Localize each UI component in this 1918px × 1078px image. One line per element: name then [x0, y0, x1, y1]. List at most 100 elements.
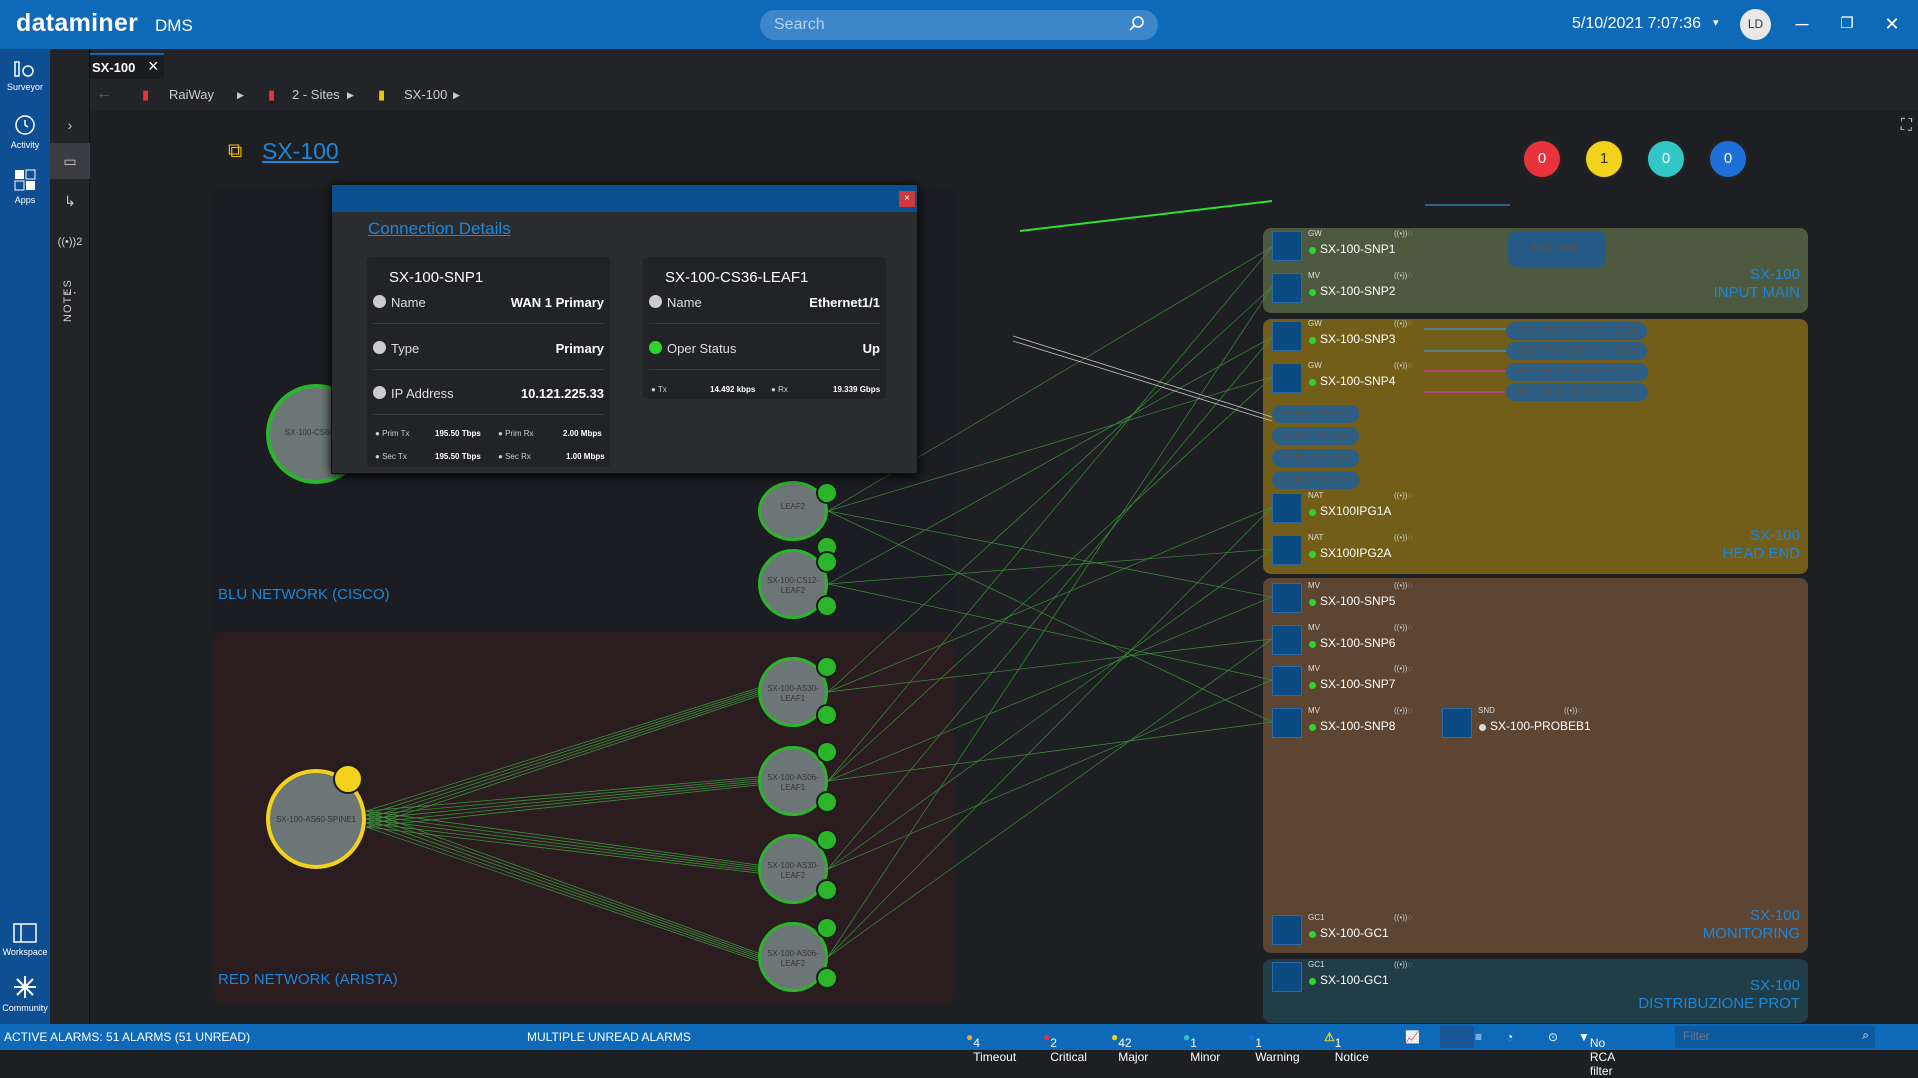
timeout-count[interactable]: ● 4 Timeout: [966, 1030, 1016, 1064]
filter-field[interactable]: ⌕: [1675, 1026, 1875, 1048]
warning-count[interactable]: ● 1 Warning: [1248, 1030, 1300, 1064]
service-ipg2-q2[interactable]: sx-ipg2-100-q2: [1272, 471, 1359, 489]
active-alarms-text[interactable]: ACTIVE ALARMS: 51 ALARMS (51 UNREAD): [4, 1030, 250, 1044]
chart-icon[interactable]: 📈: [1405, 1030, 1420, 1044]
rail-surveyor[interactable]: Surveyor: [0, 59, 50, 92]
switch-icon[interactable]: [816, 967, 838, 989]
switch-icon[interactable]: [816, 917, 838, 939]
element-probeb1[interactable]: SND ((•))◌ SX-100-PROBEB1: [1442, 706, 1592, 738]
close-icon[interactable]: ✕: [1877, 10, 1907, 38]
alarm-counter[interactable]: 1: [1583, 138, 1625, 180]
element-snp1[interactable]: GW ((•))◌ SX-100-SNP1: [1272, 229, 1422, 261]
avatar[interactable]: LD: [1740, 9, 1771, 40]
breadcrumb-sites[interactable]: 2 - Sites: [292, 87, 340, 102]
title-bar: dataminer DMS 5/10/2021 7:07:36 ▾ LD ─ ❐…: [0, 0, 1918, 49]
filter-input[interactable]: [1683, 1029, 1843, 1043]
monitor-icon: [1272, 666, 1302, 696]
monitor-icon: [1272, 708, 1302, 738]
connection-line: [365, 689, 759, 816]
dialog-header[interactable]: [332, 185, 917, 212]
minimize-icon[interactable]: ─: [1787, 10, 1817, 38]
connection-line: [827, 596, 1273, 782]
rail-workspace[interactable]: Workspace: [0, 922, 50, 957]
switch-icon[interactable]: [816, 656, 838, 678]
notice-count[interactable]: ⚠ 1 Notice: [1324, 1030, 1369, 1064]
search-icon[interactable]: ⌕: [1862, 1028, 1869, 1043]
rail-activity[interactable]: Activity: [0, 113, 50, 150]
notes-tab[interactable]: NOTES: [62, 279, 74, 322]
switch-icon[interactable]: [816, 791, 838, 813]
chevron-right-icon[interactable]: ▶: [237, 90, 244, 101]
breadcrumb-sx-100[interactable]: SX-100: [404, 87, 447, 102]
service-ipg2-q1[interactable]: sx-ipg2-100-q1: [1272, 449, 1359, 467]
list-view-icon[interactable]: [1440, 1026, 1474, 1048]
service-he1-prot[interactable]: HE1 PROT ENC-B1 + 2 Q1: [1506, 363, 1649, 381]
close-tab-icon[interactable]: ×: [148, 56, 159, 77]
switch-icon[interactable]: [816, 829, 838, 851]
sec-tx: ● Sec Tx: [375, 452, 407, 461]
service-he2-main[interactable]: HE2 MAIN ENC-M1 + 2 Q1: [1506, 342, 1648, 360]
element-gc1[interactable]: GC1 ((•))◌ SX-100-GC1: [1272, 913, 1422, 945]
connection-line: [365, 814, 759, 868]
switch-icon[interactable]: [816, 741, 838, 763]
restore-icon[interactable]: ❐: [1832, 10, 1862, 38]
chevron-right-icon[interactable]: ▶: [347, 90, 354, 101]
chevron-down-icon[interactable]: ▾: [1713, 16, 1719, 29]
element-ipg1a[interactable]: NAT ((•))◌ SX100IPG1A: [1272, 491, 1422, 523]
alarm-counter[interactable]: 0: [1521, 138, 1563, 180]
element-snp6[interactable]: MV ((•))◌ SX-100-SNP6: [1272, 623, 1422, 655]
service-he1-main[interactable]: HE1 MAIN ENC-M1 + 2 Q1: [1506, 322, 1648, 340]
switch-icon[interactable]: [816, 482, 838, 504]
element-snp7[interactable]: MV ((•))◌ SX-100-SNP7: [1272, 664, 1422, 696]
alarm-counter[interactable]: 0: [1707, 138, 1749, 180]
multiple-alarms-text[interactable]: MULTIPLE UNREAD ALARMS: [527, 1030, 691, 1044]
connection-details-dialog: × Connection Details SX-100-SNP1 Name WAN…: [331, 184, 918, 474]
dialog-title[interactable]: Connection Details: [368, 219, 511, 239]
switch-icon[interactable]: [333, 764, 363, 794]
back-arrow-icon[interactable]: ←: [96, 85, 112, 103]
service-ipg1-q1[interactable]: sx-ipg1-100-q1: [1272, 405, 1359, 423]
connection-line: [365, 782, 759, 824]
search-box[interactable]: [760, 10, 1158, 40]
focus-icon[interactable]: ⊙: [1548, 1030, 1558, 1044]
rail-community[interactable]: Community: [0, 974, 50, 1013]
element-snp8[interactable]: MV ((•))◌ SX-100-SNP8: [1272, 706, 1422, 738]
gateway-icon: [1272, 962, 1302, 992]
major-count[interactable]: ● 42 Major: [1111, 1030, 1148, 1064]
chevron-right-icon[interactable]: ▶: [453, 90, 460, 101]
critical-count[interactable]: ● 2 Critical: [1043, 1030, 1087, 1064]
service-ipg1-q2[interactable]: sx-ipg1-100-q2: [1272, 427, 1359, 445]
connection-line: [365, 818, 759, 870]
monitor-icon: [1272, 583, 1302, 613]
search-icon[interactable]: [1128, 15, 1146, 38]
page-title[interactable]: SX-100: [262, 138, 339, 165]
switch-icon[interactable]: [816, 879, 838, 901]
expand-icon[interactable]: ›: [50, 107, 90, 143]
minor-count[interactable]: ● 1 Minor: [1183, 1030, 1220, 1064]
service-naz-main[interactable]: NAZ MAIN: [1508, 231, 1606, 267]
rca-filter[interactable]: ▼ No RCA filter: [1578, 1030, 1615, 1078]
service-he2-prot[interactable]: HE2 PROT ENC-B1 + 2 Q1: [1506, 383, 1649, 401]
element-snp3[interactable]: GW ((•))◌ SX-100-SNP3: [1272, 319, 1422, 351]
connection-line: [365, 693, 759, 824]
rail-apps[interactable]: Apps: [0, 168, 50, 205]
view-icon: ⧉: [228, 140, 243, 162]
monitor-icon[interactable]: ▭: [50, 143, 90, 179]
element-snp5[interactable]: MV ((•))◌ SX-100-SNP5: [1272, 581, 1422, 613]
connection-line: [1019, 200, 1273, 232]
sort-icon[interactable]: ≡: [1475, 1030, 1482, 1044]
element-gc1-prot[interactable]: GC1 ((•))◌ SX-100-GC1: [1272, 960, 1422, 992]
signal-icon[interactable]: ((•))2: [50, 224, 90, 260]
pie-icon[interactable]: ◔: [1506, 1030, 1513, 1044]
search-input[interactable]: [774, 16, 1114, 34]
switch-icon[interactable]: [816, 551, 838, 573]
switch-icon[interactable]: [816, 595, 838, 617]
route-icon[interactable]: ↳: [50, 183, 90, 219]
element-ipg2a[interactable]: NAT ((•))◌ SX100IPG2A: [1272, 533, 1422, 565]
breadcrumb-raiway[interactable]: RaiWay: [169, 87, 214, 102]
element-snp4[interactable]: GW ((•))◌ SX-100-SNP4: [1272, 361, 1422, 393]
close-icon[interactable]: ×: [899, 191, 915, 207]
element-snp2[interactable]: MV ((•))◌ SX-100-SNP2: [1272, 271, 1422, 303]
switch-icon[interactable]: [816, 704, 838, 726]
alarm-counter[interactable]: 0: [1645, 138, 1687, 180]
